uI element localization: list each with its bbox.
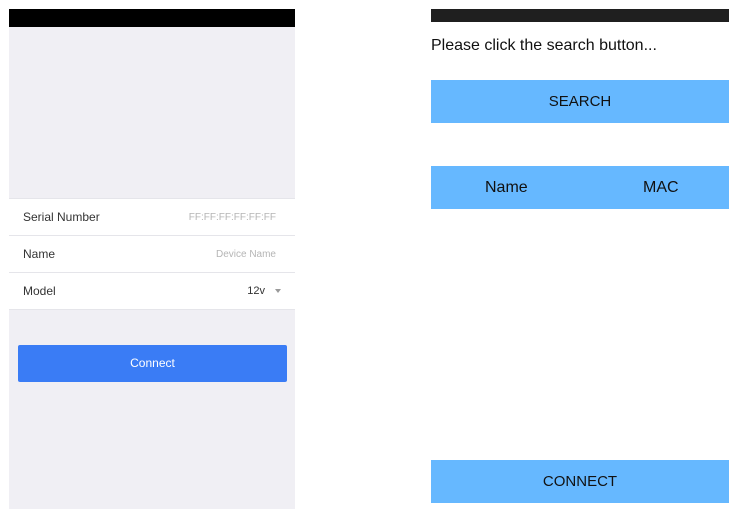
name-row[interactable]: Name Device Name bbox=[9, 236, 295, 273]
device-form: Serial Number FF:FF:FF:FF:FF:FF Name Dev… bbox=[9, 198, 295, 310]
connect-button[interactable]: Connect bbox=[18, 345, 287, 382]
caret-down-icon[interactable] bbox=[275, 289, 281, 293]
name-label: Name bbox=[23, 247, 56, 261]
mac-column-header: MAC bbox=[643, 179, 679, 196]
serial-number-label: Serial Number bbox=[23, 210, 100, 224]
serial-number-input[interactable]: FF:FF:FF:FF:FF:FF bbox=[189, 199, 276, 236]
model-select[interactable]: 12v bbox=[247, 273, 265, 310]
search-button[interactable]: SEARCH bbox=[431, 80, 729, 123]
serial-number-row[interactable]: Serial Number FF:FF:FF:FF:FF:FF bbox=[9, 199, 295, 236]
model-label: Model bbox=[23, 284, 56, 298]
model-row[interactable]: Model 12v bbox=[9, 273, 295, 310]
status-bar bbox=[9, 9, 295, 27]
device-list-header: Name MAC bbox=[431, 166, 729, 209]
right-device-screen: Please click the search button... SEARCH… bbox=[431, 9, 729, 509]
name-column-header: Name bbox=[485, 179, 528, 196]
name-input[interactable]: Device Name bbox=[216, 236, 276, 273]
search-prompt: Please click the search button... bbox=[431, 37, 657, 54]
left-device-screen: Serial Number FF:FF:FF:FF:FF:FF Name Dev… bbox=[9, 9, 295, 509]
connect-button[interactable]: CONNECT bbox=[431, 460, 729, 503]
status-bar bbox=[431, 9, 729, 22]
device-list[interactable] bbox=[431, 209, 729, 460]
